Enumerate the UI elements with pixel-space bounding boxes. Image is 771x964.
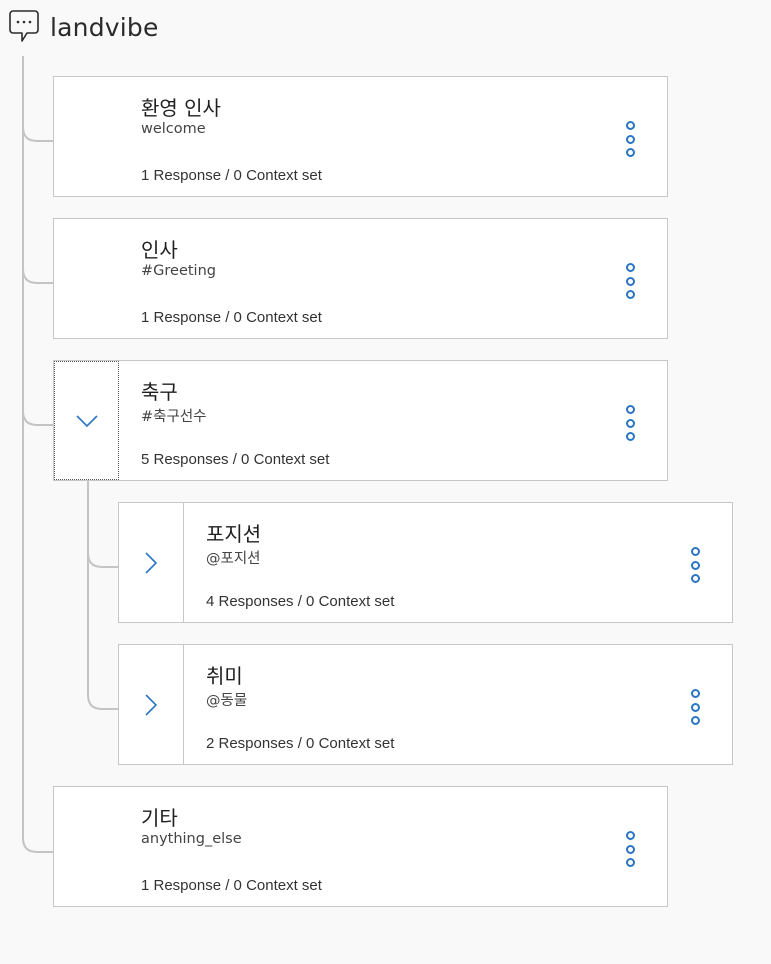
node-response-summary: 1 Response / 0 Context set <box>141 877 322 894</box>
dialog-node-welcome[interactable]: 환영 인사 welcome 1 Response / 0 Context set <box>53 76 668 197</box>
node-condition: #축구선수 <box>141 409 207 425</box>
dialog-node-position[interactable]: 포지션 @포지션 4 Responses / 0 Context set <box>118 502 733 623</box>
node-title: 포지션 <box>206 522 262 546</box>
overflow-menu-icon[interactable] <box>623 405 637 441</box>
node-title: 인사 <box>141 238 178 262</box>
connector-child-trunk <box>87 480 118 710</box>
dialog-node-hobby[interactable]: 취미 @동물 2 Responses / 0 Context set <box>118 644 733 765</box>
node-response-summary: 5 Responses / 0 Context set <box>141 451 330 468</box>
node-response-summary: 1 Response / 0 Context set <box>141 309 322 326</box>
connector-greeting <box>22 268 53 284</box>
node-title: 기타 <box>141 806 178 830</box>
node-condition: @포지션 <box>206 551 261 567</box>
expand-toggle-button[interactable] <box>119 645 184 764</box>
app-title: landvibe <box>50 12 159 42</box>
node-response-summary: 1 Response / 0 Context set <box>141 167 322 184</box>
node-title: 환영 인사 <box>141 96 221 120</box>
overflow-menu-icon[interactable] <box>688 547 702 583</box>
expand-toggle-button[interactable] <box>119 503 184 622</box>
node-response-summary: 4 Responses / 0 Context set <box>206 593 395 610</box>
connector-welcome <box>22 126 53 142</box>
overflow-menu-icon[interactable] <box>688 689 702 725</box>
dialog-node-soccer[interactable]: 축구 #축구선수 5 Responses / 0 Context set <box>53 360 668 481</box>
overflow-menu-icon[interactable] <box>623 263 637 299</box>
node-response-summary: 2 Responses / 0 Context set <box>206 735 395 752</box>
node-condition: anything_else <box>141 831 242 847</box>
overflow-menu-icon[interactable] <box>623 831 637 867</box>
connector-position <box>87 552 118 568</box>
chevron-right-icon <box>145 693 158 716</box>
connector-trunk <box>22 56 53 853</box>
chevron-down-icon <box>75 414 98 427</box>
dialog-tree-canvas: landvibe 환영 인사 welcome 1 Response / 0 Co… <box>0 0 771 964</box>
collapse-toggle-button[interactable] <box>54 361 119 480</box>
chat-bubble-icon <box>9 10 39 42</box>
overflow-menu-icon[interactable] <box>623 121 637 157</box>
node-condition: welcome <box>141 121 206 137</box>
connector-soccer <box>22 410 53 426</box>
node-condition: #Greeting <box>141 263 216 279</box>
chevron-right-icon <box>145 551 158 574</box>
node-condition: @동물 <box>206 693 248 709</box>
node-title: 취미 <box>206 664 243 688</box>
dialog-node-anything-else[interactable]: 기타 anything_else 1 Response / 0 Context … <box>53 786 668 907</box>
node-title: 축구 <box>141 380 178 404</box>
dialog-node-greeting[interactable]: 인사 #Greeting 1 Response / 0 Context set <box>53 218 668 339</box>
app-header: landvibe <box>8 8 159 46</box>
